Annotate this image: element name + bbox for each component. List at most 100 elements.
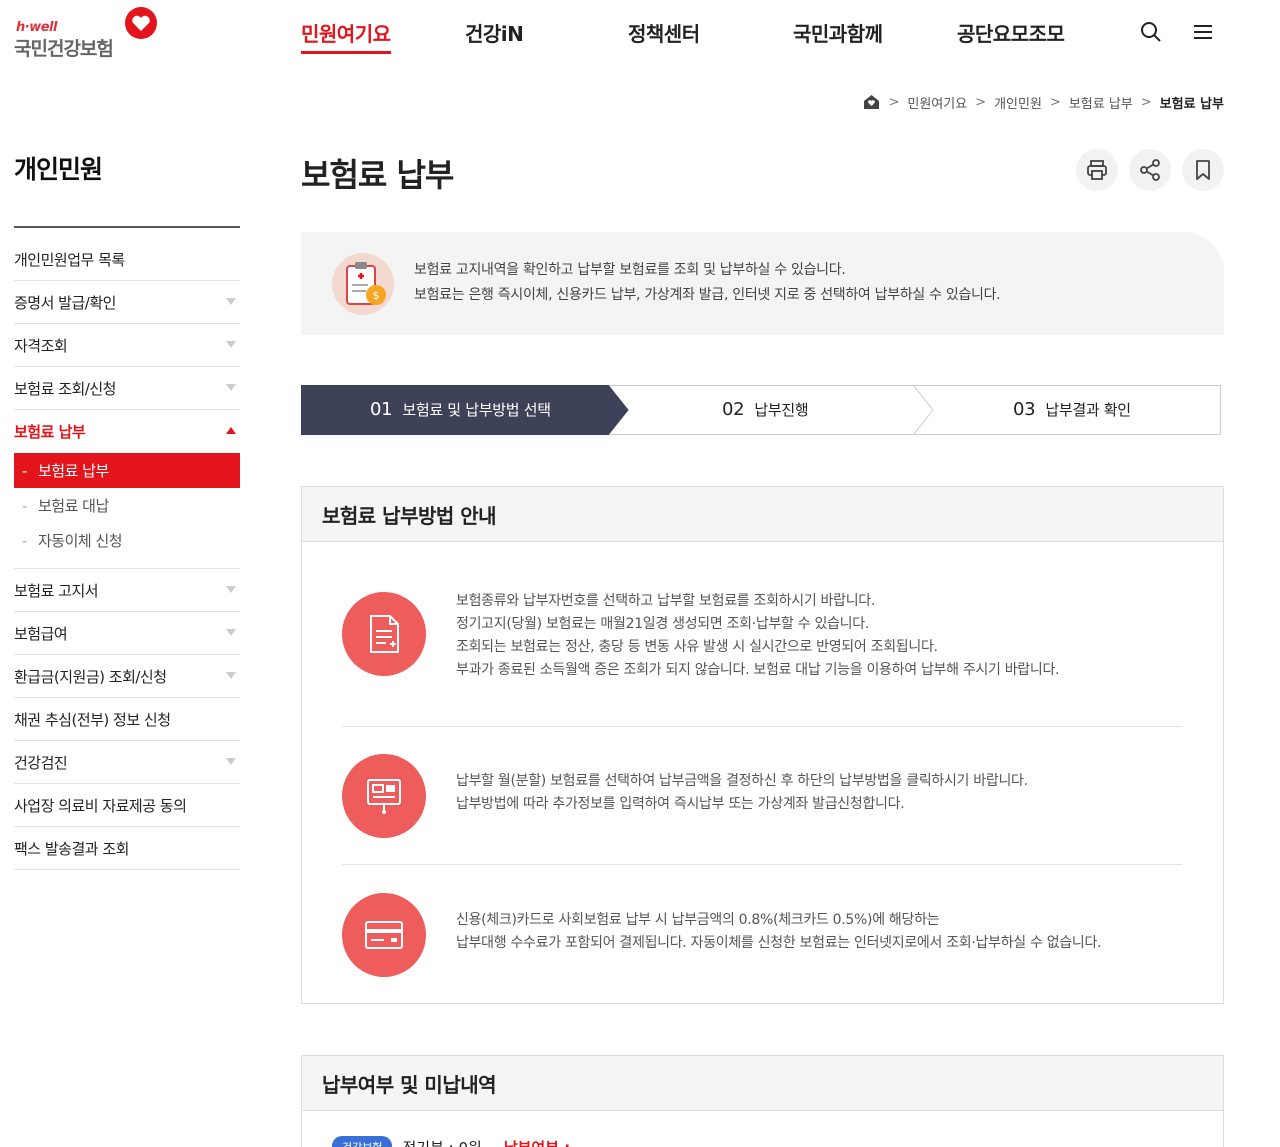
print-icon: [1087, 160, 1107, 180]
sidebar-item[interactable]: 팩스 발송결과 조회: [14, 827, 240, 870]
sidebar-item[interactable]: 개인민원업무 목록: [14, 238, 240, 281]
step-num: 01: [370, 399, 393, 420]
heart-icon: [125, 7, 157, 39]
step-text: 납부결과 확인: [1045, 401, 1131, 419]
step-3: 03 납부결과 확인: [1013, 399, 1131, 420]
insurance-badge: 건강보험: [332, 1136, 393, 1147]
sidebar-item-label: 채권 추심(전부) 정보 신청: [14, 710, 171, 729]
guide-line: 정기고지(당월) 보험료는 매월21일경 생성되면 조회·납부할 수 있습니다.: [456, 616, 869, 632]
info-text: 보험료 고지내역을 확인하고 납부할 보험료를 조회 및 납부하실 수 있습니다…: [414, 258, 1001, 308]
guide-title: 보험료 납부방법 안내: [302, 487, 1223, 542]
sidebar-item-label: 보험급여: [14, 624, 68, 643]
guide-line: 신용(체크)카드로 사회보험료 납부 시 납부금액의 0.8%(체크카드 0.5…: [456, 912, 940, 928]
submenu-item-active[interactable]: - 보험료 납부: [14, 453, 240, 488]
sidebar-item-label: 개인민원업무 목록: [14, 250, 125, 269]
logo-name: 국민건강보험: [14, 38, 114, 60]
nav-item-policy[interactable]: 정책센터: [628, 18, 700, 47]
step-2: 02 납부진행: [722, 399, 809, 420]
chevron-right-icon: >: [1049, 94, 1061, 110]
sidebar-item-label: 건강검진: [14, 753, 68, 772]
header: h·well 국민건강보험 민원여기요 건강iN 정책센터 국민과함께 공단요모…: [0, 0, 1280, 70]
sidebar-item-label: 보험료 납부: [14, 423, 86, 441]
info-box: $ 보험료 고지내역을 확인하고 납부할 보험료를 조회 및 납부하실 수 있습…: [301, 232, 1224, 335]
triangle-down-icon: [226, 384, 236, 391]
submenu-label: 보험료 대납: [38, 497, 109, 515]
guide-text: 보험종류와 납부자번호를 선택하고 납부할 보험료를 조회하시기 바랍니다. 정…: [456, 590, 1060, 682]
home-icon[interactable]: [863, 94, 880, 110]
page-title: 보험료 납부: [301, 156, 454, 194]
document-icon: [342, 592, 426, 676]
sidebar-item[interactable]: 채권 추심(전부) 정보 신청: [14, 698, 240, 741]
status-row: 건강보험 정기분 : 0원 납부여부 :: [332, 1136, 570, 1147]
sidebar-item[interactable]: 보험료 고지서: [14, 569, 240, 612]
step-text: 보험료 및 납부방법 선택: [402, 401, 551, 419]
step-num: 02: [722, 399, 745, 420]
sidebar-title: 개인민원: [14, 155, 103, 184]
nav-item-health-in[interactable]: 건강iN: [465, 18, 524, 47]
sidebar-item-label: 자격조회: [14, 336, 68, 355]
submenu-label: 보험료 납부: [38, 462, 109, 480]
guide-line: 보험종류와 납부자번호를 선택하고 납부할 보험료를 조회하시기 바랍니다.: [456, 593, 876, 609]
print-button[interactable]: [1076, 149, 1118, 191]
guide-line: 부과가 종료된 소득월액 증은 조회가 되지 않습니다. 보험료 대납 기능을 …: [456, 662, 1060, 678]
guide-text: 납부할 월(분할) 보험료를 선택하여 납부금액을 결정하신 후 하단의 납부방…: [456, 770, 1028, 816]
monitor-icon: [342, 754, 426, 838]
paid-status-label: 납부여부 :: [504, 1137, 570, 1147]
sidebar-item-label: 보험료 고지서: [14, 581, 99, 600]
sidebar-item[interactable]: 자격조회: [14, 324, 240, 367]
submenu-item[interactable]: - 자동이체 신청: [14, 523, 240, 558]
triangle-down-icon: [226, 341, 236, 348]
guide-text: 신용(체크)카드로 사회보험료 납부 시 납부금액의 0.8%(체크카드 0.5…: [456, 909, 1102, 955]
sidebar-item[interactable]: 사업장 의료비 자료제공 동의: [14, 784, 240, 827]
svg-text:$: $: [373, 289, 380, 302]
sidebar-item[interactable]: 환급금(지원금) 조회/신청: [14, 655, 240, 698]
triangle-down-icon: [226, 586, 236, 593]
nav-item-about[interactable]: 공단요모조모: [957, 18, 1065, 47]
info-line: 보험료는 은행 즉시이체, 신용카드 납부, 가상계좌 발급, 인터넷 지로 중…: [414, 287, 1001, 303]
regular-amount: 정기분 : 0원: [402, 1137, 481, 1147]
sidebar-item-label: 팩스 발송결과 조회: [14, 839, 129, 858]
sidebar-item-label: 증명서 발급/확인: [14, 293, 116, 312]
logo-brand: h·well: [16, 20, 57, 35]
sidebar-item[interactable]: 건강검진: [14, 741, 240, 784]
breadcrumb-item[interactable]: 민원여기요: [907, 93, 967, 112]
breadcrumb: > 민원여기요 > 개인민원 > 보험료 납부 > 보험료 납부: [863, 92, 1224, 112]
guide-line: 납부할 월(분할) 보험료를 선택하여 납부금액을 결정하신 후 하단의 납부방…: [456, 773, 1028, 789]
triangle-down-icon: [226, 629, 236, 636]
nav-item-minwon[interactable]: 민원여기요: [301, 18, 391, 54]
breadcrumb-current: 보험료 납부: [1159, 96, 1224, 112]
share-button[interactable]: [1129, 149, 1171, 191]
sidebar-item-label: 보험료 조회/신청: [14, 379, 116, 398]
chevron-right-icon: >: [1140, 94, 1152, 110]
dash-icon: -: [22, 461, 27, 480]
sidebar-item-active[interactable]: 보험료 납부: [14, 410, 240, 453]
share-icon: [1140, 159, 1160, 181]
guide-divider: [342, 864, 1182, 865]
triangle-down-icon: [226, 758, 236, 765]
sidebar-menu: 개인민원업무 목록 증명서 발급/확인 자격조회 보험료 조회/신청 보험료 납…: [14, 238, 240, 870]
sidebar-divider: [14, 226, 240, 228]
sidebar-item[interactable]: 보험료 조회/신청: [14, 367, 240, 410]
step-num: 03: [1013, 399, 1036, 420]
dash-icon: -: [22, 496, 27, 515]
triangle-up-icon: [226, 427, 236, 434]
submenu-label: 자동이체 신청: [38, 532, 123, 550]
bookmark-button[interactable]: [1182, 149, 1224, 191]
breadcrumb-item[interactable]: 개인민원: [994, 93, 1042, 112]
search-icon[interactable]: [1139, 20, 1163, 44]
sidebar-item[interactable]: 증명서 발급/확인: [14, 281, 240, 324]
payment-guide: 보험료 납부방법 안내 보험종류와 납부자번호를 선택하고 납부할 보험료를 조…: [301, 486, 1224, 1004]
bookmark-icon: [1196, 160, 1210, 180]
nav-item-public[interactable]: 국민과함께: [793, 18, 883, 47]
logo[interactable]: h·well 국민건강보험: [14, 6, 164, 62]
clipboard-coin-icon: $: [332, 253, 394, 315]
step-1: 01 보험료 및 납부방법 선택: [370, 399, 551, 420]
guide-line: 납부방법에 따라 추가정보를 입력하여 즉시납부 또는 가상계좌 발급신청합니다…: [456, 796, 905, 812]
guide-line: 납부대행 수수료가 포함되어 결제됩니다. 자동이체를 신청한 보험료는 인터넷…: [456, 935, 1102, 951]
chevron-right-icon: >: [975, 94, 987, 110]
menu-icon[interactable]: [1191, 20, 1215, 44]
step-text: 납부진행: [754, 401, 809, 419]
submenu-item[interactable]: - 보험료 대납: [14, 488, 240, 523]
sidebar-item[interactable]: 보험급여: [14, 612, 240, 655]
breadcrumb-item[interactable]: 보험료 납부: [1069, 93, 1133, 112]
